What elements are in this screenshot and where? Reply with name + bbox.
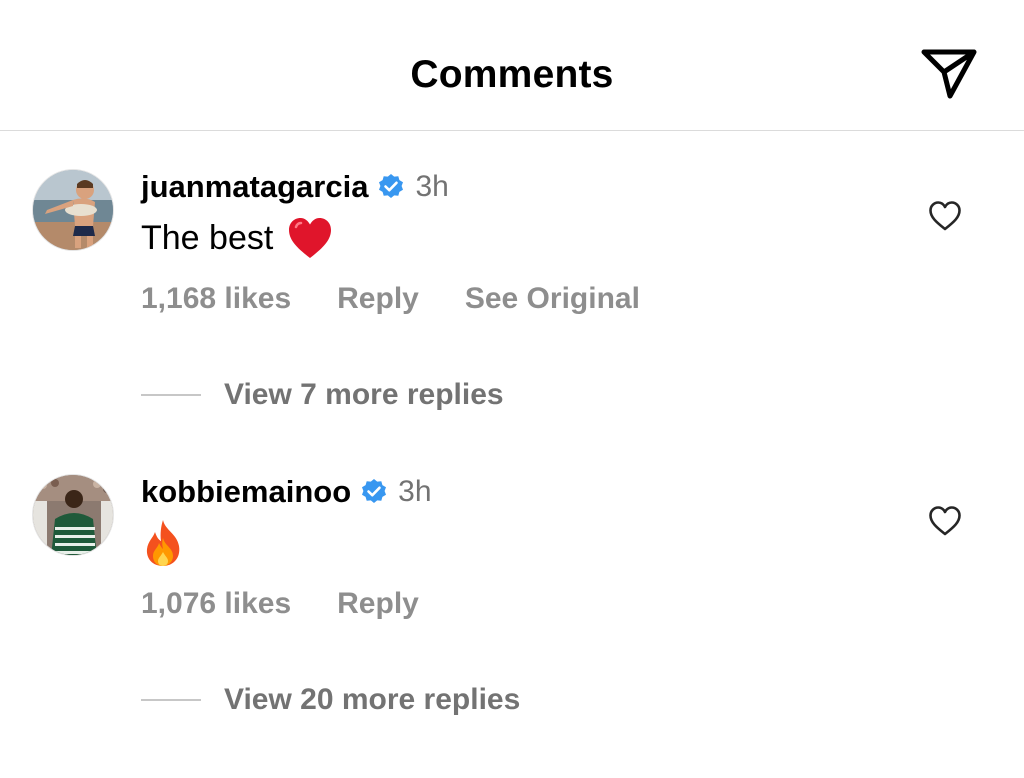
- comment-body: The best: [141, 219, 274, 257]
- username[interactable]: juanmatagarcia: [141, 169, 368, 205]
- see-original-button[interactable]: See Original: [465, 282, 640, 316]
- red-heart-emoji-icon: [287, 216, 333, 260]
- avatar[interactable]: [32, 474, 114, 556]
- timestamp: 3h: [415, 170, 449, 203]
- view-replies-label: View 20 more replies: [224, 683, 521, 716]
- divider-line: [141, 394, 201, 396]
- likes-count[interactable]: 1,168 likes: [141, 282, 291, 316]
- view-replies-button[interactable]: View 7 more replies: [141, 375, 504, 415]
- username[interactable]: kobbiemainoo: [141, 474, 351, 510]
- heart-outline-icon: [929, 201, 961, 231]
- divider-line: [141, 699, 201, 701]
- paper-plane-icon: [921, 49, 977, 99]
- page-title: Comments: [410, 53, 614, 96]
- likes-count[interactable]: 1,076 likes: [141, 587, 291, 621]
- reply-button[interactable]: Reply: [337, 587, 419, 621]
- avatar-child-beach-icon: [33, 170, 113, 250]
- comments-header: Comments: [0, 0, 1024, 131]
- comment-header: juanmatagarcia 3h: [141, 167, 449, 207]
- comment-actions: 1,076 likes Reply: [141, 584, 419, 624]
- view-replies-label: View 7 more replies: [224, 378, 504, 411]
- comment-text: The best: [141, 216, 333, 260]
- comment-actions: 1,168 likes Reply See Original: [141, 279, 640, 319]
- share-button[interactable]: [918, 44, 980, 102]
- view-replies-button[interactable]: View 20 more replies: [141, 680, 520, 720]
- avatar[interactable]: [32, 169, 114, 251]
- comment-text: [141, 518, 185, 568]
- fire-emoji-icon: [141, 518, 185, 568]
- timestamp: 3h: [398, 475, 432, 508]
- heart-outline-icon: [929, 506, 961, 536]
- reply-button[interactable]: Reply: [337, 282, 419, 316]
- verified-badge-icon: [360, 478, 388, 506]
- like-button[interactable]: [928, 505, 962, 537]
- comment-header: kobbiemainoo 3h: [141, 472, 432, 512]
- like-button[interactable]: [928, 200, 962, 232]
- verified-badge-icon: [377, 173, 405, 201]
- avatar-footballer-icon: [33, 475, 113, 555]
